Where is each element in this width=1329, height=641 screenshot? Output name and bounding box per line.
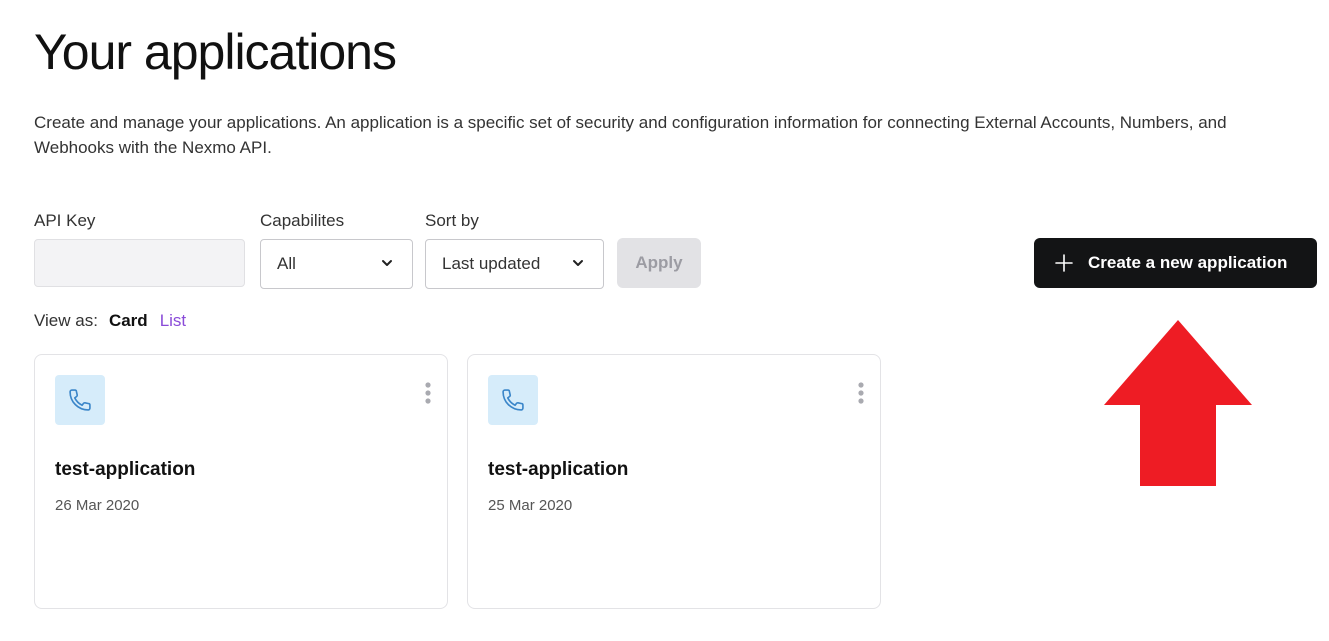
capabilities-select[interactable]: All: [260, 239, 413, 289]
sort-label: Sort by: [425, 211, 479, 230]
application-icon-tile: [488, 375, 538, 425]
chevron-down-icon: [382, 260, 392, 266]
page-title: Your applications: [34, 24, 397, 80]
more-options-icon[interactable]: [423, 381, 433, 409]
sort-value: Last updated: [442, 254, 541, 273]
application-date: 25 Mar 2020: [488, 497, 573, 514]
create-application-button[interactable]: Create a new application: [1034, 238, 1317, 288]
application-name[interactable]: test-application: [488, 459, 628, 481]
api-key-label: API Key: [34, 211, 96, 230]
annotation-arrow-icon: [1104, 320, 1252, 486]
page-description: Create and manage your applications. An …: [34, 113, 1227, 157]
capabilities-label: Capabilites: [260, 211, 345, 230]
application-card[interactable]: test-application 25 Mar 2020: [467, 354, 881, 609]
application-card[interactable]: test-application 26 Mar 2020: [34, 354, 448, 609]
sort-select[interactable]: Last updated: [425, 239, 604, 289]
view-as-toggle: View as: Card List: [34, 311, 186, 331]
create-application-label: Create a new application: [1088, 253, 1288, 272]
phone-icon: [502, 389, 524, 411]
api-key-input[interactable]: [34, 239, 245, 287]
view-card-option[interactable]: Card: [109, 311, 148, 331]
capabilities-value: All: [277, 254, 296, 273]
page: Your applications Create and manage your…: [0, 0, 1329, 641]
plus-icon: [1055, 254, 1073, 272]
application-icon-tile: [55, 375, 105, 425]
application-name[interactable]: test-application: [55, 459, 195, 481]
phone-icon: [69, 389, 91, 411]
more-options-icon[interactable]: [856, 381, 866, 409]
apply-button[interactable]: Apply: [617, 238, 701, 288]
application-date: 26 Mar 2020: [55, 497, 140, 514]
view-as-label: View as:: [34, 311, 98, 330]
chevron-down-icon: [573, 260, 583, 266]
view-list-option[interactable]: List: [160, 311, 186, 331]
